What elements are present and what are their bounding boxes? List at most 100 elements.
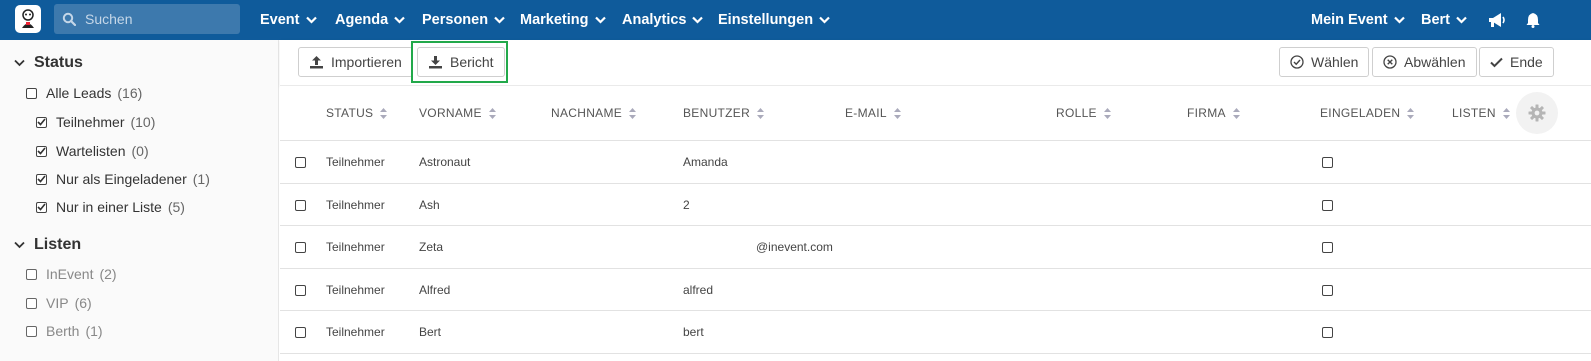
column-header-rolle[interactable]: ROLLE bbox=[1056, 106, 1111, 120]
end-button[interactable]: Ende bbox=[1479, 47, 1554, 77]
report-button-highlight bbox=[411, 41, 508, 83]
filter-count: (0) bbox=[131, 143, 149, 159]
table-row[interactable]: Teilnehmer Bert bert bbox=[280, 311, 1591, 354]
filter-label: Berth bbox=[46, 323, 80, 339]
row-select-checkbox[interactable] bbox=[295, 284, 306, 296]
invited-checkbox[interactable] bbox=[1322, 327, 1333, 338]
status-filter-alle-leads[interactable]: Alle Leads (16) bbox=[26, 85, 142, 101]
checkbox[interactable] bbox=[26, 325, 37, 337]
chevron-down-icon bbox=[819, 16, 830, 24]
nav-marketing[interactable]: Marketing bbox=[520, 0, 606, 40]
cell-status: Teilnehmer bbox=[326, 282, 385, 297]
column-label: NACHNAME bbox=[551, 106, 623, 120]
column-header-status[interactable]: STATUS bbox=[326, 106, 388, 120]
lists-section-header[interactable]: Listen bbox=[14, 236, 81, 254]
cell-vorname: Ash bbox=[419, 197, 440, 212]
column-label: BENUTZER bbox=[683, 106, 751, 120]
status-filter-wartelisten[interactable]: Wartelisten (0) bbox=[36, 143, 149, 159]
cell-status: Teilnehmer bbox=[326, 197, 385, 212]
column-header-vorname[interactable]: VORNAME bbox=[419, 106, 496, 120]
list-filter-berth[interactable]: Berth (1) bbox=[26, 323, 103, 339]
nav-einstellungen[interactable]: Einstellungen bbox=[718, 0, 830, 40]
column-label: E-MAIL bbox=[845, 106, 887, 120]
gear-icon bbox=[1528, 104, 1546, 122]
column-header-nachname[interactable]: NACHNAME bbox=[551, 106, 637, 120]
cell-status: Teilnehmer bbox=[326, 325, 385, 339]
sort-icon bbox=[1232, 107, 1240, 119]
megaphone-icon[interactable] bbox=[1488, 0, 1506, 40]
invited-checkbox[interactable] bbox=[1322, 242, 1333, 253]
column-header-listen[interactable]: LISTEN bbox=[1452, 106, 1510, 120]
status-section-header[interactable]: Status bbox=[14, 54, 83, 72]
invited-checkbox[interactable] bbox=[1322, 284, 1333, 296]
cell-vorname: Zeta bbox=[419, 240, 444, 254]
table-row[interactable]: Teilnehmer Ash 2 bbox=[280, 184, 1591, 226]
checkbox-checked[interactable] bbox=[36, 145, 47, 157]
list-filter-inevent[interactable]: InEvent (2) bbox=[26, 266, 117, 282]
filter-count: (2) bbox=[99, 266, 117, 282]
import-button-label: Importieren bbox=[331, 54, 402, 70]
column-label: FIRMA bbox=[1187, 106, 1226, 120]
chevron-down-icon bbox=[394, 16, 405, 24]
table-row[interactable]: Teilnehmer Alfred alfred bbox=[280, 269, 1591, 311]
chevron-down-icon bbox=[305, 16, 317, 24]
sort-icon bbox=[380, 107, 388, 119]
sort-icon bbox=[629, 107, 637, 119]
nav-agenda[interactable]: Agenda bbox=[335, 0, 405, 40]
nav-personen-label: Personen bbox=[422, 12, 489, 28]
nav-marketing-label: Marketing bbox=[520, 12, 589, 28]
event-menu-label: Mein Event bbox=[1311, 12, 1388, 28]
deselect-button[interactable]: Abwählen bbox=[1372, 47, 1477, 77]
checkbox-checked[interactable] bbox=[36, 201, 47, 213]
invited-checkbox[interactable] bbox=[1322, 199, 1333, 211]
row-select-checkbox[interactable] bbox=[295, 199, 306, 211]
select-button[interactable]: Wählen bbox=[1279, 47, 1370, 77]
status-filter-nur-eingeladener[interactable]: Nur als Eingeladener (1) bbox=[36, 171, 210, 187]
user-menu[interactable]: Bert bbox=[1421, 0, 1467, 40]
checkbox-checked[interactable] bbox=[36, 116, 47, 128]
nav-personen[interactable]: Personen bbox=[422, 0, 505, 40]
lists-section-title: Listen bbox=[34, 236, 82, 253]
checkbox[interactable] bbox=[26, 87, 37, 99]
nav-event[interactable]: Event bbox=[260, 0, 317, 40]
table-row[interactable]: Teilnehmer Zeta @inevent.com bbox=[280, 226, 1591, 269]
column-header-benutzer[interactable]: BENUTZER bbox=[683, 106, 765, 120]
filter-label: Nur als Eingeladener bbox=[56, 171, 187, 187]
status-filter-nur-liste[interactable]: Nur in einer Liste (5) bbox=[36, 199, 185, 215]
status-filter-teilnehmer[interactable]: Teilnehmer (10) bbox=[36, 114, 155, 130]
column-header-email[interactable]: E-MAIL bbox=[845, 106, 901, 120]
cell-status: Teilnehmer bbox=[326, 155, 385, 169]
sort-icon bbox=[1502, 107, 1510, 119]
bell-icon[interactable] bbox=[1526, 0, 1540, 40]
column-header-eingeladen[interactable]: EINGELADEN bbox=[1320, 106, 1415, 120]
chevron-down-icon bbox=[494, 16, 505, 24]
search-input[interactable] bbox=[85, 11, 235, 27]
nav-analytics[interactable]: Analytics bbox=[622, 0, 704, 40]
column-settings-button[interactable] bbox=[1516, 92, 1558, 134]
people-table: STATUS VORNAME NACHNAME BENUTZER E-MAIL … bbox=[280, 86, 1591, 354]
chevron-down-icon bbox=[14, 59, 30, 67]
event-menu[interactable]: Mein Event bbox=[1311, 0, 1405, 40]
cell-benutzer: Amanda bbox=[683, 155, 728, 169]
import-button[interactable]: Importieren bbox=[298, 47, 413, 77]
checkbox-checked[interactable] bbox=[36, 173, 47, 185]
row-select-checkbox[interactable] bbox=[295, 327, 306, 338]
cell-vorname: Astronaut bbox=[419, 155, 471, 169]
table-row[interactable]: Teilnehmer Astronaut Amanda bbox=[280, 141, 1591, 184]
filter-label: Alle Leads bbox=[46, 85, 112, 101]
filter-label: Nur in einer Liste bbox=[56, 199, 162, 215]
search-icon bbox=[62, 11, 78, 27]
filter-label: InEvent bbox=[46, 266, 94, 282]
chevron-down-icon bbox=[1456, 16, 1467, 24]
checkbox[interactable] bbox=[26, 268, 37, 280]
app-logo[interactable] bbox=[15, 5, 41, 33]
row-select-checkbox[interactable] bbox=[295, 157, 306, 168]
search-box[interactable] bbox=[54, 4, 240, 34]
nav-analytics-label: Analytics bbox=[622, 12, 687, 28]
checkbox[interactable] bbox=[26, 297, 37, 309]
row-select-checkbox[interactable] bbox=[295, 242, 306, 253]
invited-checkbox[interactable] bbox=[1322, 157, 1333, 168]
cell-vorname: Alfred bbox=[419, 282, 451, 297]
list-filter-vip[interactable]: VIP (6) bbox=[26, 295, 92, 311]
column-header-firma[interactable]: FIRMA bbox=[1187, 106, 1240, 120]
